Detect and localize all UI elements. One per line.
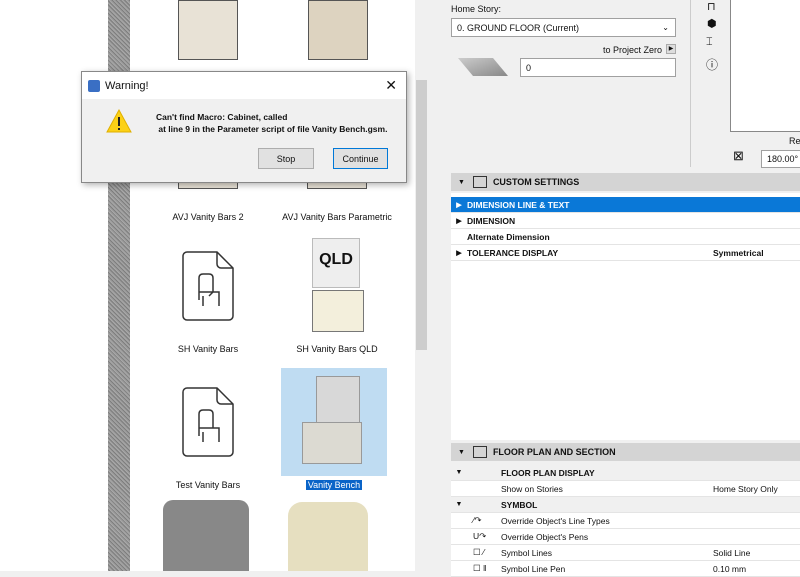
elevation-value: 0 xyxy=(526,62,532,73)
continue-button[interactable]: Continue xyxy=(333,148,388,169)
expand-triangle-icon: ▶ xyxy=(456,217,462,225)
item-label: AVJ Vanity Bars Parametric xyxy=(282,212,392,222)
rotation-input[interactable]: 180.00° xyxy=(761,150,800,168)
floor-plan-icon[interactable]: ⊓ xyxy=(707,0,716,13)
expand-triangle-icon: ▶ xyxy=(456,249,462,257)
preview-box xyxy=(730,0,800,132)
item-label: Test Vanity Bars xyxy=(175,480,241,490)
custom-settings-icon xyxy=(472,176,487,188)
param-value: Symmetrical xyxy=(713,247,764,258)
rotation-value: 180.00° xyxy=(767,154,799,164)
param-row[interactable]: ▶ TOLERANCE DISPLAY Symmetrical xyxy=(451,245,800,261)
param-label: Override Object's Line Types xyxy=(501,515,610,526)
item-label: AVJ Vanity Bars 2 xyxy=(172,212,244,222)
divider xyxy=(690,0,691,167)
home-story-dropdown[interactable]: 0. GROUND FLOOR (Current) ⌄ xyxy=(451,18,676,37)
home-story-label: Home Story: xyxy=(451,4,502,14)
collapse-triangle-icon: ▼ xyxy=(458,178,465,186)
play-arrow-button[interactable]: ▶ xyxy=(666,44,676,54)
param-label: TOLERANCE DISPLAY xyxy=(467,247,559,258)
rotation-label: Re xyxy=(789,136,800,146)
param-row[interactable]: ☐ ‖ Symbol Line Pen 0.10 mm xyxy=(451,561,800,577)
archicad-logo-icon xyxy=(88,79,100,92)
scrollbar-thumb[interactable] xyxy=(416,80,427,350)
message-line: at line 9 in the Parameter script of fil… xyxy=(156,124,388,134)
close-icon[interactable]: ✕ xyxy=(385,77,397,94)
param-row[interactable]: ▶ DIMENSION LINE & TEXT xyxy=(451,197,800,213)
library-item[interactable]: SH Vanity Bars xyxy=(148,232,268,354)
collapse-triangle-icon: ▼ xyxy=(458,448,465,456)
param-row[interactable]: U↷ Override Object's Pens xyxy=(451,529,800,545)
param-group[interactable]: ▼ SYMBOL xyxy=(451,497,800,513)
item-label: SH Vanity Bars xyxy=(177,344,239,354)
vanity-bench-thumb xyxy=(281,368,387,476)
param-label: FLOOR PLAN DISPLAY xyxy=(501,467,595,478)
dialog-titlebar: Warning! ✕ xyxy=(82,72,406,99)
warning-icon xyxy=(106,109,132,133)
pen-override-icon: U↷ xyxy=(473,531,487,541)
warning-dialog: Warning! ✕ Can't find Macro: Cabinet, cal… xyxy=(81,71,407,183)
vanity-qld-thumb: QLD xyxy=(277,232,397,340)
param-label: DIMENSION LINE & TEXT xyxy=(467,199,570,210)
elevation-icon xyxy=(458,58,508,76)
chevron-down-icon: ⌄ xyxy=(662,23,669,32)
section-icon[interactable]: ⌶ xyxy=(706,36,713,49)
line-type-override-icon: ⁄↷ xyxy=(473,515,482,525)
param-row[interactable]: ⁄↷ Override Object's Line Types xyxy=(451,513,800,529)
library-item[interactable]: QLD SH Vanity Bars QLD xyxy=(277,232,397,354)
elevation-input[interactable]: 0 xyxy=(520,58,676,77)
param-label: Symbol Line Pen xyxy=(501,563,566,574)
library-thumb-top-2[interactable] xyxy=(303,0,373,72)
qld-text: QLD xyxy=(312,238,360,288)
expand-triangle-icon: ▶ xyxy=(456,201,462,209)
param-label: Alternate Dimension xyxy=(467,231,550,242)
home-story-value: 0. GROUND FLOOR (Current) xyxy=(457,22,580,33)
param-label: DIMENSION xyxy=(467,215,516,226)
library-thumb-top-1[interactable] xyxy=(173,0,243,72)
param-value: Home Story Only xyxy=(713,483,778,494)
dialog-message: Can't find Macro: Cabinet, called at lin… xyxy=(156,111,387,135)
tank-thumb[interactable] xyxy=(288,502,368,571)
message-line: Can't find Macro: Cabinet, called xyxy=(156,112,288,122)
checkbox[interactable]: ☐ ⁄ xyxy=(473,547,501,558)
collapse-triangle-icon: ▼ xyxy=(455,501,463,508)
param-row[interactable]: ☐ ⁄ Symbol Lines Solid Line xyxy=(451,545,800,561)
to-project-zero-label: to Project Zero xyxy=(603,45,663,55)
section-title: FLOOR PLAN AND SECTION xyxy=(492,447,616,457)
param-label: Override Object's Pens xyxy=(501,531,589,542)
tank-thumb[interactable] xyxy=(163,500,249,571)
custom-settings-header[interactable]: ▼ CUSTOM SETTINGS xyxy=(451,173,800,191)
floor-plan-section-icon xyxy=(472,446,487,458)
param-group[interactable]: ▼ FLOOR PLAN DISPLAY xyxy=(451,465,800,481)
section-title: CUSTOM SETTINGS xyxy=(492,177,580,187)
param-label: Show on Stories xyxy=(501,483,563,494)
param-row[interactable]: Show on Stories Home Story Only xyxy=(451,481,800,497)
3d-box-icon[interactable]: ⬢ xyxy=(707,17,717,30)
param-label: Symbol Lines xyxy=(501,547,553,558)
param-row[interactable]: Alternate Dimension xyxy=(451,229,800,245)
stop-button[interactable]: Stop xyxy=(258,148,314,169)
info-icon[interactable]: ⓘ xyxy=(706,56,718,73)
checkbox[interactable]: ☐ ‖ xyxy=(473,563,501,574)
floor-plan-header[interactable]: ▼ FLOOR PLAN AND SECTION xyxy=(451,443,800,461)
param-value: 0.10 mm xyxy=(713,563,747,574)
dialog-title: Warning! xyxy=(105,79,149,92)
collapse-triangle-icon: ▼ xyxy=(455,469,463,476)
file-chair-icon xyxy=(148,232,268,340)
param-label: SYMBOL xyxy=(501,499,538,510)
param-row[interactable]: ▶ DIMENSION xyxy=(451,213,800,229)
item-label: SH Vanity Bars QLD xyxy=(296,344,378,354)
library-item[interactable]: Test Vanity Bars xyxy=(148,368,268,490)
library-item-selected[interactable]: Vanity Bench xyxy=(281,368,387,490)
rotation-icon: ⊠ xyxy=(733,148,744,163)
param-value: Solid Line xyxy=(713,547,751,558)
item-label: Vanity Bench xyxy=(305,480,363,490)
file-chair-icon xyxy=(148,368,268,476)
